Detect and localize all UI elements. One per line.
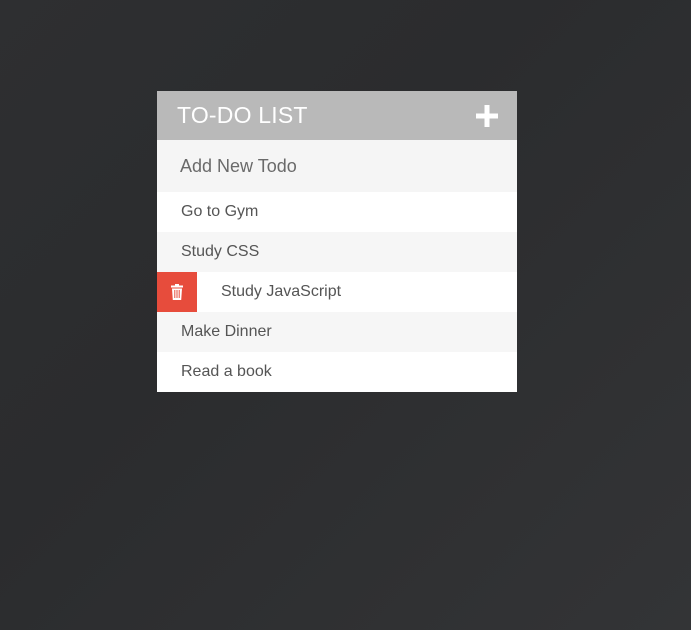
todo-item[interactable]: Read a book bbox=[157, 352, 517, 392]
todo-item[interactable]: Study JavaScript bbox=[157, 272, 517, 312]
page-title: TO-DO LIST bbox=[177, 102, 308, 128]
todo-item[interactable]: Study CSS bbox=[157, 232, 517, 272]
todo-item-text: Read a book bbox=[181, 363, 272, 380]
todo-item[interactable]: Make Dinner bbox=[157, 312, 517, 352]
todo-item[interactable]: Go to Gym bbox=[157, 192, 517, 232]
todo-header: TO-DO LIST bbox=[157, 91, 517, 140]
trash-icon bbox=[171, 284, 183, 300]
delete-button[interactable] bbox=[157, 272, 197, 312]
todo-item-text: Make Dinner bbox=[181, 323, 272, 340]
todo-item-text: Study JavaScript bbox=[221, 283, 342, 300]
plus-icon[interactable] bbox=[475, 104, 499, 128]
todo-list: Go to Gym Study CSS Study JavaScript Mak… bbox=[157, 192, 517, 392]
todo-card: TO-DO LIST Go to Gym bbox=[157, 91, 517, 392]
todo-item-text: Study CSS bbox=[181, 243, 260, 260]
new-todo-input[interactable] bbox=[157, 140, 517, 192]
todo-item-text: Go to Gym bbox=[181, 203, 259, 220]
